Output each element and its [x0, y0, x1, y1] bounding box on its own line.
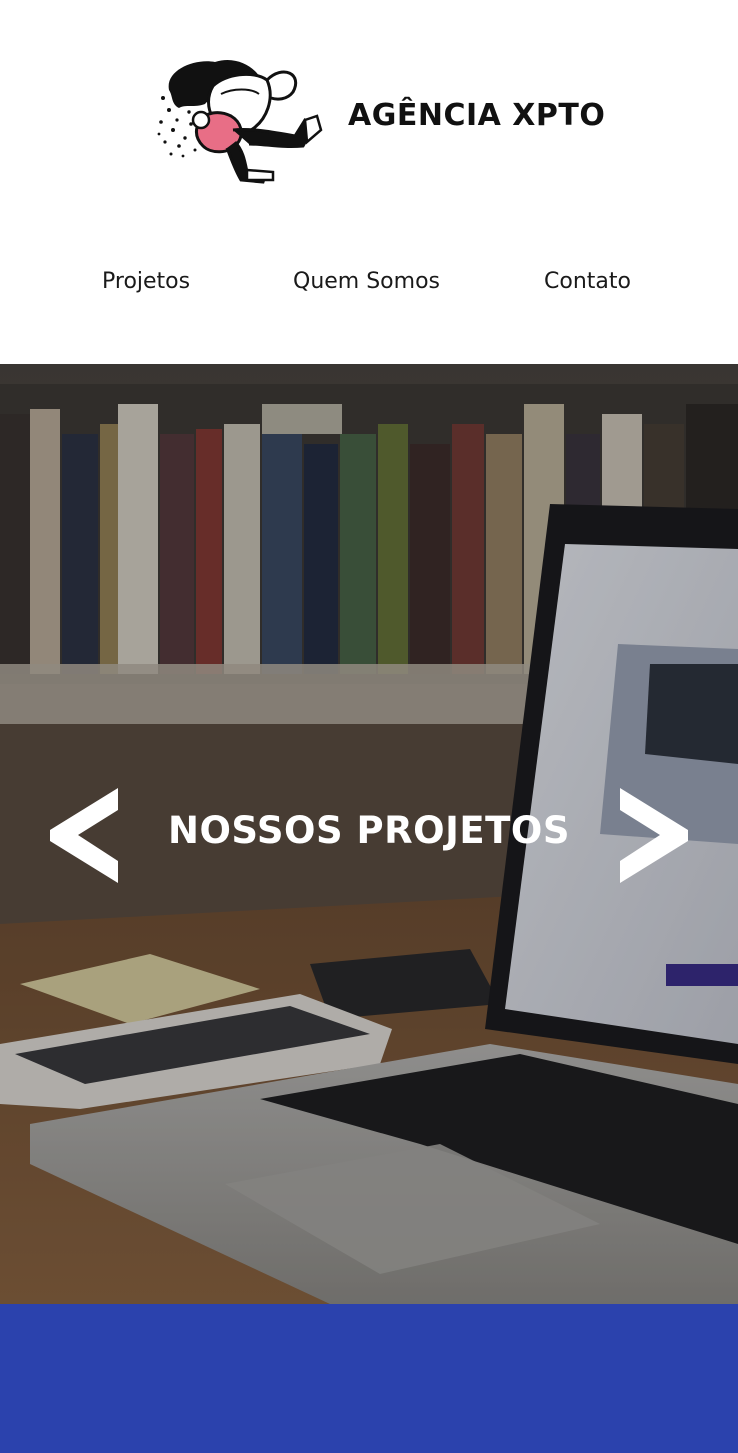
hero-carousel: NOSSOS PROJETOS [0, 364, 738, 1304]
page: AGÊNCIA XPTO Projetos Quem Somos Contato [0, 0, 738, 1453]
chevron-right-icon [620, 788, 688, 883]
teacup-person-logo-icon [157, 59, 323, 184]
carousel-next-button[interactable] [618, 788, 688, 883]
nav-link-projetos[interactable]: Projetos [102, 260, 190, 304]
logo[interactable] [155, 50, 325, 185]
nav-link-contato[interactable]: Contato [544, 260, 631, 304]
site-header: AGÊNCIA XPTO [0, 0, 738, 230]
blue-section [0, 1304, 738, 1453]
brand-name[interactable]: AGÊNCIA XPTO [348, 98, 605, 133]
main-nav: Projetos Quem Somos Contato [0, 260, 738, 310]
nav-link-quem-somos[interactable]: Quem Somos [293, 260, 440, 304]
